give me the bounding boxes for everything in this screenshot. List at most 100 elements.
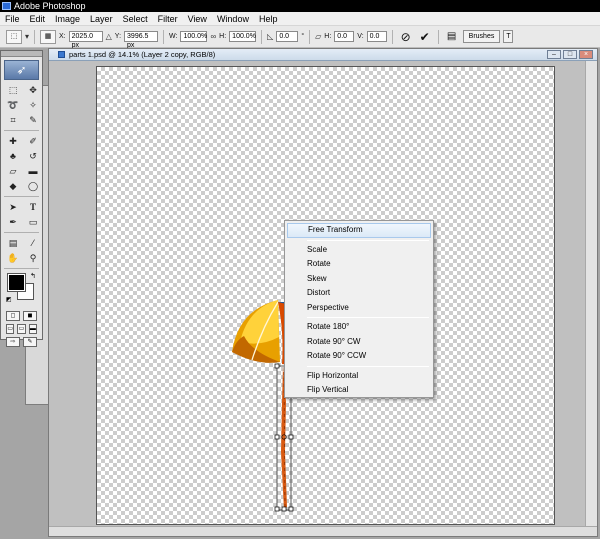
magic-wand-tool-icon[interactable]: ✧ [24,98,42,112]
menu-select[interactable]: Select [118,12,153,26]
type-tool-icon[interactable]: T [24,200,42,214]
menu-item-rotate-90-ccw[interactable]: Rotate 90° CCW [287,349,431,364]
slice-tool-icon[interactable]: ✎ [24,113,42,127]
full-screen-menu-mode-icon[interactable]: ▭ [17,324,26,334]
swap-colors-icon[interactable]: ↰ [30,272,36,280]
dodge-tool-icon[interactable]: ◯ [24,179,42,193]
notes-tool-icon[interactable]: ▤ [4,236,22,250]
toolbox-divider [4,130,39,131]
reference-point-icon[interactable]: ▦ [40,29,57,44]
y-position-input[interactable]: 3996.5 px [124,31,159,49]
skew-icon: ▱ [315,32,322,41]
history-brush-tool-icon[interactable]: ↺ [24,149,42,163]
healing-brush-tool-icon[interactable]: ✚ [4,134,22,148]
link-icon[interactable]: ∞ [210,32,216,41]
preset-dropdown-icon[interactable]: ▾ [25,32,29,41]
angle-input[interactable]: 0.0 [276,31,299,42]
full-screen-mode-icon[interactable]: ▬ [28,324,37,334]
menu-separator [307,365,429,367]
menu-help[interactable]: Help [254,12,283,26]
jump-to-imageready-icon[interactable]: ⇨ [6,337,20,347]
menu-file[interactable]: File [0,12,25,26]
commit-transform-icon[interactable]: ✔ [417,29,433,45]
move-tool-icon[interactable]: ✥ [24,83,42,97]
y-label: Y: [114,33,122,40]
document-title-bar[interactable]: parts 1.psd @ 14.1% (Layer 2 copy, RGB/8… [49,49,597,61]
vertical-skew-input[interactable]: 0.0 [366,31,387,42]
toolbox: ➶ ⬚ ✥ ➰ ✧ ⌗ ✎ ✚ ✐ ♣ ↺ ▱ ▬ ◆ ◯ ➤ T ✒ ▭ ▤ … [0,50,43,347]
menu-item-flip-horizontal[interactable]: Flip Horizontal [287,369,431,384]
gradient-tool-icon[interactable]: ▬ [24,164,42,178]
minimize-icon[interactable]: – [547,50,561,59]
feather-logo-icon[interactable]: ➶ [4,60,39,80]
menu-item-skew[interactable]: Skew [287,272,431,287]
horizontal-scrollbar[interactable] [49,526,597,536]
close-icon[interactable]: × [579,50,593,59]
transform-handle[interactable] [288,506,294,512]
options-divider [391,29,393,44]
tool-presets-tab[interactable]: T [503,30,514,43]
toolbox-divider [4,268,39,269]
menu-separator [307,317,429,318]
pen-tool-icon[interactable]: ✒ [4,215,22,229]
menu-item-rotate-90-cw[interactable]: Rotate 90° CW [287,335,431,350]
menu-filter[interactable]: Filter [153,12,183,26]
transform-handle[interactable] [274,434,280,440]
crop-tool-icon[interactable]: ⌗ [4,113,22,127]
toolbox-grip[interactable] [1,51,42,57]
maximize-icon[interactable]: □ [563,50,577,59]
options-divider [261,29,263,44]
angle-unit: ° [301,33,305,40]
horizontal-skew-input[interactable]: 0.0 [334,31,355,42]
quick-mask-mode-icon[interactable]: ◼ [23,311,37,321]
tool-preset-picker-icon[interactable]: ⬚ [6,29,22,44]
document-title: parts 1.psd @ 14.1% (Layer 2 copy, RGB/8… [69,50,216,59]
clone-stamp-tool-icon[interactable]: ♣ [4,149,22,163]
menu-layer[interactable]: Layer [85,12,118,26]
lasso-tool-icon[interactable]: ➰ [4,98,22,112]
shape-tool-icon[interactable]: ▭ [24,215,42,229]
menu-item-free-transform[interactable]: Free Transform [287,223,431,238]
blur-tool-icon[interactable]: ◆ [4,179,22,193]
color-swatches: ↰ ◩ [4,272,39,308]
eraser-tool-icon[interactable]: ▱ [4,164,22,178]
menu-image[interactable]: Image [50,12,85,26]
menu-item-rotate[interactable]: Rotate [287,257,431,272]
vertical-scrollbar[interactable] [585,61,597,526]
menu-item-rotate-180[interactable]: Rotate 180° [287,320,431,335]
x-position-input[interactable]: 2025.0 px [68,31,103,49]
edit-in-imageready-icon[interactable]: ✎ [23,337,37,347]
standard-screen-mode-icon[interactable]: ▭ [6,324,15,334]
standard-mode-icon[interactable]: ◻ [6,311,20,321]
photoshop-logo-icon [2,2,11,10]
transform-handle[interactable] [274,506,280,512]
toolbox-divider [4,196,39,197]
default-colors-icon[interactable]: ◩ [6,296,12,303]
menu-item-perspective[interactable]: Perspective [287,301,431,316]
menu-item-flip-vertical[interactable]: Flip Vertical [287,383,431,398]
transform-handle[interactable] [288,434,294,440]
delta-icon[interactable]: △ [106,32,112,41]
hand-tool-icon[interactable]: ✋ [4,251,22,265]
options-divider [309,29,311,44]
palette-well-icon[interactable]: ▤ [444,29,460,45]
cancel-transform-icon[interactable]: ⊘ [398,29,414,45]
transform-context-menu: Free Transform Scale Rotate Skew Distort… [284,220,434,398]
zoom-tool-icon[interactable]: ⚲ [24,251,42,265]
marquee-tool-icon[interactable]: ⬚ [4,83,22,97]
height-input[interactable]: 100.0% [229,31,257,42]
menu-window[interactable]: Window [212,12,254,26]
menu-edit[interactable]: Edit [25,12,51,26]
foreground-color-swatch[interactable] [7,273,26,292]
transform-handle[interactable] [281,506,287,512]
width-input[interactable]: 100.0% [180,31,208,42]
mask-mode-row: ◻ ◼ [1,311,42,321]
menu-item-scale[interactable]: Scale [287,243,431,258]
menu-view[interactable]: View [183,12,212,26]
transform-handle[interactable] [274,363,280,369]
brush-tool-icon[interactable]: ✐ [24,134,42,148]
eyedropper-tool-icon[interactable]: ⁄ [24,236,42,250]
brushes-tab[interactable]: Brushes [462,30,501,43]
menu-item-distort[interactable]: Distort [287,286,431,301]
path-selection-tool-icon[interactable]: ➤ [4,200,22,214]
